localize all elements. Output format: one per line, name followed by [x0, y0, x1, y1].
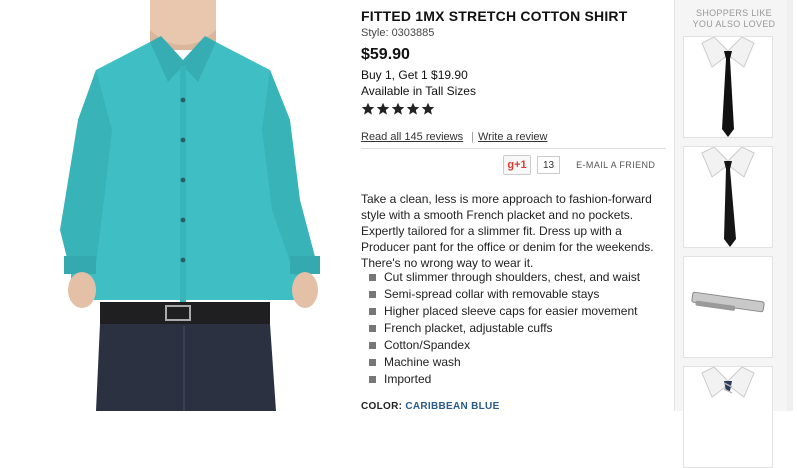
google-plus-count: 13: [537, 156, 561, 174]
tie-bar-icon: [691, 291, 765, 313]
rail-heading-line-1: SHOPPERS LIKE: [696, 8, 772, 18]
write-review-link[interactable]: Write a review: [478, 131, 547, 143]
link-separator: |: [471, 131, 474, 143]
shirt-model-illustration: [60, 0, 320, 411]
recommended-item[interactable]: [683, 366, 773, 468]
bullet-icon: [369, 359, 376, 366]
recommended-item[interactable]: [683, 146, 773, 248]
bullet-icon: [369, 308, 376, 315]
read-reviews-link[interactable]: Read all 145 reviews: [361, 131, 463, 143]
color-selection: COLOR: CARIBBEAN BLUE: [361, 401, 500, 412]
product-details: FITTED 1MX STRETCH COTTON SHIRT Style: 0…: [361, 0, 666, 412]
bullet-icon: [369, 291, 376, 298]
feature-text: Cotton/Spandex: [384, 338, 471, 352]
star-icon: [421, 102, 435, 115]
color-value: CARIBBEAN BLUE: [405, 401, 500, 412]
list-item: Cotton/Spandex: [361, 337, 640, 354]
feature-list: Cut slimmer through shoulders, chest, an…: [361, 269, 640, 388]
product-image[interactable]: [0, 0, 348, 411]
list-item: Cut slimmer through shoulders, chest, an…: [361, 269, 640, 286]
recommended-item[interactable]: [683, 36, 773, 138]
divider: [361, 148, 666, 149]
recommendations-rail: SHOPPERS LIKE YOU ALSO LOVED: [674, 0, 793, 468]
list-item: Semi-spread collar with removable stays: [361, 286, 640, 303]
review-links: Read all 145 reviews | Write a review: [361, 131, 547, 143]
star-icon: [376, 102, 390, 115]
recommended-item[interactable]: [683, 256, 773, 358]
rating-stars[interactable]: [361, 102, 435, 116]
style-number: Style: 0303885: [361, 27, 435, 39]
star-icon: [406, 102, 420, 115]
promo-text: Buy 1, Get 1 $19.90: [361, 68, 468, 82]
feature-text: Machine wash: [384, 355, 461, 369]
bullet-icon: [369, 325, 376, 332]
rail-heading-line-2: YOU ALSO LOVED: [692, 19, 776, 29]
bullet-icon: [369, 342, 376, 349]
rail-heading: SHOPPERS LIKE YOU ALSO LOVED: [675, 8, 793, 30]
color-label: COLOR:: [361, 401, 403, 412]
feature-text: Semi-spread collar with removable stays: [384, 287, 600, 301]
skinny-tie-icon: [701, 37, 755, 137]
list-item: Imported: [361, 371, 640, 388]
google-plus-button[interactable]: g+1: [503, 155, 531, 175]
feature-text: Imported: [384, 372, 432, 386]
product-price: $59.90: [361, 46, 410, 63]
list-item: Machine wash: [361, 354, 640, 371]
product-description: Take a clean, less is more approach to f…: [361, 192, 654, 270]
bullet-icon: [369, 274, 376, 281]
bullet-icon: [369, 376, 376, 383]
product-title: FITTED 1MX STRETCH COTTON SHIRT: [361, 8, 628, 24]
social-share: g+1 13 E-MAIL A FRIEND: [503, 155, 655, 175]
star-icon: [391, 102, 405, 115]
feature-text: Higher placed sleeve caps for easier mov…: [384, 304, 638, 318]
feature-text: Cut slimmer through shoulders, chest, an…: [384, 270, 641, 284]
striped-tie-icon: [701, 367, 755, 398]
feature-text: French placket, adjustable cuffs: [384, 321, 553, 335]
email-friend-link[interactable]: E-MAIL A FRIEND: [576, 160, 655, 170]
availability-text: Available in Tall Sizes: [361, 84, 476, 98]
list-item: Higher placed sleeve caps for easier mov…: [361, 303, 640, 320]
list-item: French placket, adjustable cuffs: [361, 320, 640, 337]
star-icon: [361, 102, 375, 115]
skinny-tie-icon: [701, 147, 755, 247]
scrollbar[interactable]: [787, 0, 793, 411]
